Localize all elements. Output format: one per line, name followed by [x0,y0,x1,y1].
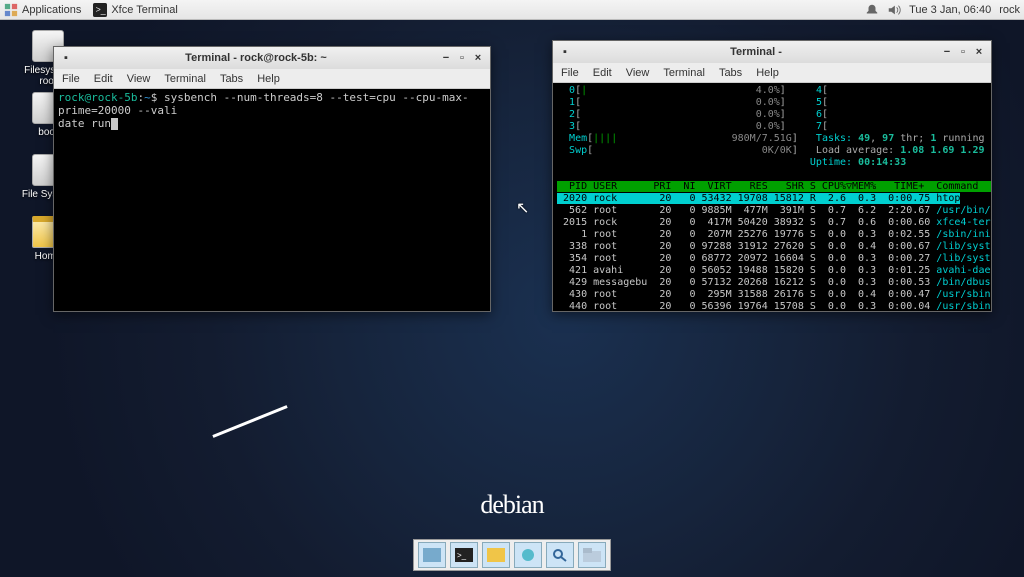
window-terminal-1[interactable]: ▪ Terminal - rock@rock-5b: ~ − ▫ × File … [53,46,491,312]
dock-folder[interactable] [578,542,606,568]
menu-file[interactable]: File [561,67,579,79]
minimize-button[interactable]: − [939,44,955,60]
close-button[interactable]: × [470,50,486,66]
menu-tabs[interactable]: Tabs [220,73,243,85]
user-menu[interactable]: rock [999,4,1020,16]
command-line-2: date run [58,117,111,130]
terminal-icon: >_ [93,3,107,17]
titlebar[interactable]: ▪ Terminal - − ▫ × [553,41,991,63]
titlebar[interactable]: ▪ Terminal - rock@rock-5b: ~ − ▫ × [54,47,490,69]
menu-view[interactable]: View [127,73,151,85]
mouse-cursor: ↖ [516,198,529,218]
app-icon: ▪ [557,44,573,60]
close-button[interactable]: × [971,44,987,60]
menu-tabs[interactable]: Tabs [719,67,742,79]
folder-icon [583,548,601,562]
prompt-user: rock@rock-5b [58,91,137,104]
dock-browser[interactable] [514,542,542,568]
menubar: File Edit View Terminal Tabs Help [54,69,490,89]
clock[interactable]: Tue 3 Jan, 06:40 [909,4,991,16]
desktop-icon [423,548,441,562]
menubar: File Edit View Terminal Tabs Help [553,63,991,83]
wallpaper-line [212,405,287,438]
dock: >_ [413,539,611,571]
menu-file[interactable]: File [62,73,80,85]
dock-search[interactable] [546,542,574,568]
maximize-button[interactable]: ▫ [454,50,470,66]
search-icon [551,548,569,562]
volume-icon[interactable] [887,3,901,17]
taskbar-item-terminal[interactable]: >_ Xfce Terminal [93,3,177,17]
files-icon [487,548,505,562]
prompt-path: ~ [144,91,151,104]
menu-help[interactable]: Help [257,73,280,85]
window-title: Terminal - rock@rock-5b: ~ [74,52,438,64]
app-icon: ▪ [58,50,74,66]
svg-text:>_: >_ [96,4,106,14]
window-terminal-2[interactable]: ▪ Terminal - − ▫ × File Edit View Termin… [552,40,992,312]
cursor [111,118,118,130]
dock-files[interactable] [482,542,510,568]
taskbar-label: Xfce Terminal [111,4,177,16]
applications-menu[interactable]: Applications [4,3,81,17]
minimize-button[interactable]: − [438,50,454,66]
applications-label: Applications [22,4,81,16]
distro-logo: debian [480,490,543,520]
apps-icon [4,3,18,17]
menu-edit[interactable]: Edit [593,67,612,79]
svg-text:>_: >_ [457,551,467,560]
window-title: Terminal - [573,46,939,58]
menu-edit[interactable]: Edit [94,73,113,85]
terminal-icon: >_ [455,548,473,562]
top-panel: Applications >_ Xfce Terminal Tue 3 Jan,… [0,0,1024,20]
menu-terminal[interactable]: Terminal [164,73,206,85]
dock-show-desktop[interactable] [418,542,446,568]
htop-content[interactable]: 0[| 4.0%] 4[ 0.0%] 1[ 0.0%] 5[ 0.0%] 2[ … [553,83,991,311]
dock-terminal[interactable]: >_ [450,542,478,568]
distro-name: debian [480,490,543,520]
globe-icon [519,548,537,562]
menu-terminal[interactable]: Terminal [663,67,705,79]
menu-view[interactable]: View [626,67,650,79]
menu-help[interactable]: Help [756,67,779,79]
notification-icon[interactable] [865,3,879,17]
maximize-button[interactable]: ▫ [955,44,971,60]
terminal-content[interactable]: rock@rock-5b:~$ sysbench --num-threads=8… [54,89,490,311]
